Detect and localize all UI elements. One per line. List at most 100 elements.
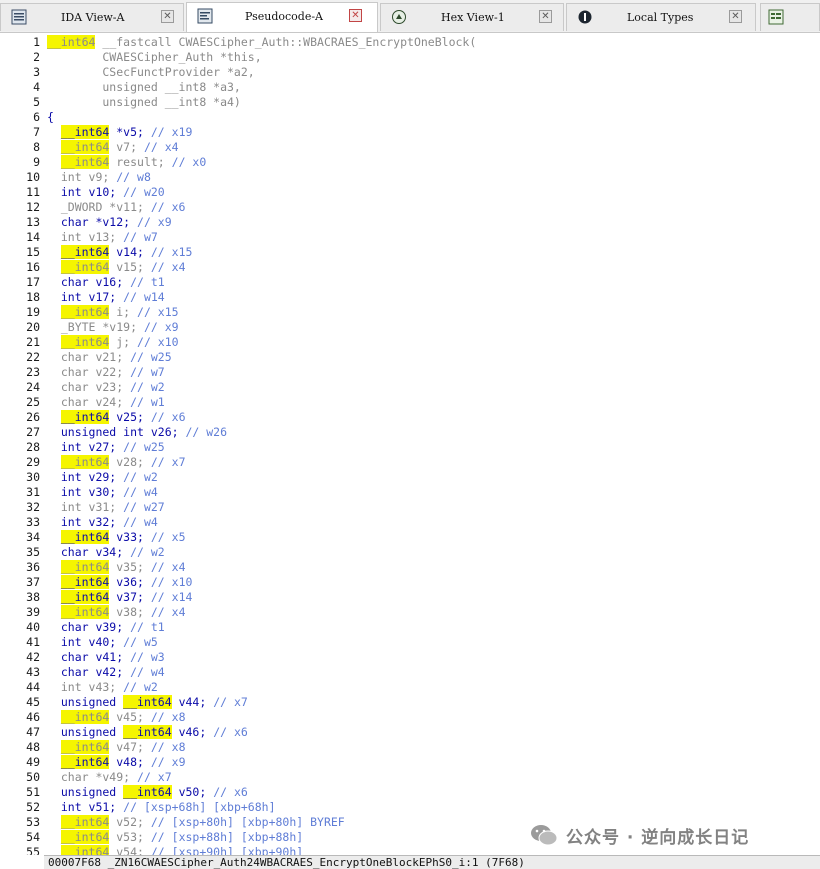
code-text: __int64 v53; // [xsp+88h] [xbp+88h] <box>47 830 303 845</box>
code-line[interactable]: 17 char v16; // t1 <box>0 275 820 290</box>
highlighted-token: __int64 <box>60 455 110 469</box>
code-line[interactable]: 15 __int64 v14; // x15 <box>0 245 820 260</box>
code-line[interactable]: 24 char v23; // w2 <box>0 380 820 395</box>
code-line[interactable]: 23 char v22; // w7 <box>0 365 820 380</box>
code-line[interactable]: 13 char *v12; // x9 <box>0 215 820 230</box>
code-token: v52; <box>109 815 151 829</box>
code-text: __int64 j; // x10 <box>47 335 179 350</box>
code-line[interactable]: 50 char *v49; // x7 <box>0 770 820 785</box>
line-number: 21 <box>26 335 40 349</box>
code-line[interactable]: 37 __int64 v36; // x10 <box>0 575 820 590</box>
code-line[interactable]: 34 __int64 v33; // x5 <box>0 530 820 545</box>
highlighted-token: __int64 <box>60 245 110 259</box>
code-line[interactable]: 36 __int64 v35; // x4 <box>0 560 820 575</box>
tab-label: IDA View-A <box>61 11 125 24</box>
code-line[interactable]: 21 __int64 j; // x10 <box>0 335 820 350</box>
code-token: *v5; <box>109 125 151 139</box>
code-line[interactable]: 4 unsigned __int8 *a3, <box>0 80 820 95</box>
code-line[interactable]: 1 __int64 __fastcall CWAESCipher_Auth::WB… <box>0 35 820 50</box>
tab-ida-view-a[interactable]: IDA View-A ✕ <box>0 3 184 31</box>
line-number: 28 <box>26 440 40 454</box>
close-icon[interactable]: ✕ <box>729 10 742 23</box>
code-line[interactable]: 35 char v34; // w2 <box>0 545 820 560</box>
code-line[interactable]: 30 int v29; // w2 <box>0 470 820 485</box>
line-number: 46 <box>26 710 40 724</box>
code-line[interactable]: 8 __int64 v7; // x4 <box>0 140 820 155</box>
code-line[interactable]: 40 char v39; // t1 <box>0 620 820 635</box>
pseudocode-view[interactable]: 1 __int64 __fastcall CWAESCipher_Auth::WB… <box>0 33 820 855</box>
code-token: v47; <box>109 740 151 754</box>
close-icon[interactable]: ✕ <box>349 9 362 22</box>
close-icon[interactable]: ✕ <box>161 10 174 23</box>
code-line[interactable]: 32 int v31; // w27 <box>0 500 820 515</box>
code-line[interactable]: 29 __int64 v28; // x7 <box>0 455 820 470</box>
code-line[interactable]: 31 int v30; // w4 <box>0 485 820 500</box>
code-text: unsigned __int8 *a3, <box>47 80 241 95</box>
code-line[interactable]: 6{ <box>0 110 820 125</box>
code-text: unsigned int v26; // w26 <box>47 425 227 440</box>
code-line[interactable]: 39 __int64 v38; // x4 <box>0 605 820 620</box>
code-line[interactable]: 5 unsigned __int8 *a4) <box>0 95 820 110</box>
code-line[interactable]: 12 _DWORD *v11; // x6 <box>0 200 820 215</box>
code-comment: // w5 <box>123 635 158 649</box>
code-line[interactable]: 52 int v51; // [xsp+68h] [xbp+68h] <box>0 800 820 815</box>
code-token: CSecFunctProvider *a2, <box>47 65 255 79</box>
code-line[interactable]: 22 char v21; // w25 <box>0 350 820 365</box>
code-text: __int64 *v5; // x19 <box>47 125 192 140</box>
code-line[interactable]: 38 __int64 v37; // x14 <box>0 590 820 605</box>
code-comment: // w2 <box>130 380 165 394</box>
code-line[interactable]: 11 int v10; // w20 <box>0 185 820 200</box>
code-line[interactable]: 51 unsigned __int64 v50; // x6 <box>0 785 820 800</box>
code-line[interactable]: 45 unsigned __int64 v44; // x7 <box>0 695 820 710</box>
code-line[interactable]: 9 __int64 result; // x0 <box>0 155 820 170</box>
code-line[interactable]: 43 char v42; // w4 <box>0 665 820 680</box>
code-comment: // x7 <box>137 770 172 784</box>
code-text: char v42; // w4 <box>47 665 165 680</box>
code-line[interactable]: 28 int v27; // w25 <box>0 440 820 455</box>
code-line[interactable]: 41 int v40; // w5 <box>0 635 820 650</box>
code-line[interactable]: 20 _BYTE *v19; // x9 <box>0 320 820 335</box>
code-line[interactable]: 3 CSecFunctProvider *a2, <box>0 65 820 80</box>
code-line[interactable]: 18 int v17; // w14 <box>0 290 820 305</box>
code-line[interactable]: 47 unsigned __int64 v46; // x6 <box>0 725 820 740</box>
code-line[interactable]: 14 int v13; // w7 <box>0 230 820 245</box>
code-line[interactable]: 33 int v32; // w4 <box>0 515 820 530</box>
tab-structures[interactable] <box>760 3 820 31</box>
code-line[interactable]: 27 unsigned int v26; // w26 <box>0 425 820 440</box>
code-line[interactable]: 16 __int64 v15; // x4 <box>0 260 820 275</box>
code-comment: // x9 <box>137 215 172 229</box>
code-text: int v30; // w4 <box>47 485 158 500</box>
code-line[interactable]: 2 CWAESCipher_Auth *this, <box>0 50 820 65</box>
code-comment: // w1 <box>130 395 165 409</box>
code-token: char v22; <box>47 365 131 379</box>
code-line[interactable]: 26 __int64 v25; // x6 <box>0 410 820 425</box>
code-line[interactable]: 48 __int64 v47; // x8 <box>0 740 820 755</box>
line-number: 50 <box>26 770 40 784</box>
code-token: int v51; <box>47 800 124 814</box>
code-text: char v21; // w25 <box>47 350 172 365</box>
code-line[interactable]: 44 int v43; // w2 <box>0 680 820 695</box>
code-line[interactable]: 19 __int64 i; // x15 <box>0 305 820 320</box>
code-line[interactable]: 10 int v9; // w8 <box>0 170 820 185</box>
code-token: int v13; <box>47 230 124 244</box>
code-comment: // x10 <box>137 335 179 349</box>
tab-local-types[interactable]: Local Types ✕ <box>566 3 756 31</box>
highlighted-token: __int64 <box>60 530 110 544</box>
local-types-icon <box>578 10 592 24</box>
code-text: char v34; // w2 <box>47 545 165 560</box>
code-text: char v41; // w3 <box>47 650 165 665</box>
code-line[interactable]: 25 char v24; // w1 <box>0 395 820 410</box>
tab-hex-view-1[interactable]: Hex View-1 ✕ <box>380 3 564 31</box>
code-line[interactable]: 46 __int64 v45; // x8 <box>0 710 820 725</box>
highlighted-token: __int64 <box>60 140 110 154</box>
line-number: 44 <box>26 680 40 694</box>
close-icon[interactable]: ✕ <box>539 10 552 23</box>
code-line[interactable]: 7 __int64 *v5; // x19 <box>0 125 820 140</box>
tab-pseudocode-a[interactable]: Pseudocode-A ✕ <box>186 2 378 32</box>
code-line[interactable]: 49 __int64 v48; // x9 <box>0 755 820 770</box>
code-text: __int64 v45; // x8 <box>47 710 186 725</box>
code-line[interactable]: 42 char v41; // w3 <box>0 650 820 665</box>
